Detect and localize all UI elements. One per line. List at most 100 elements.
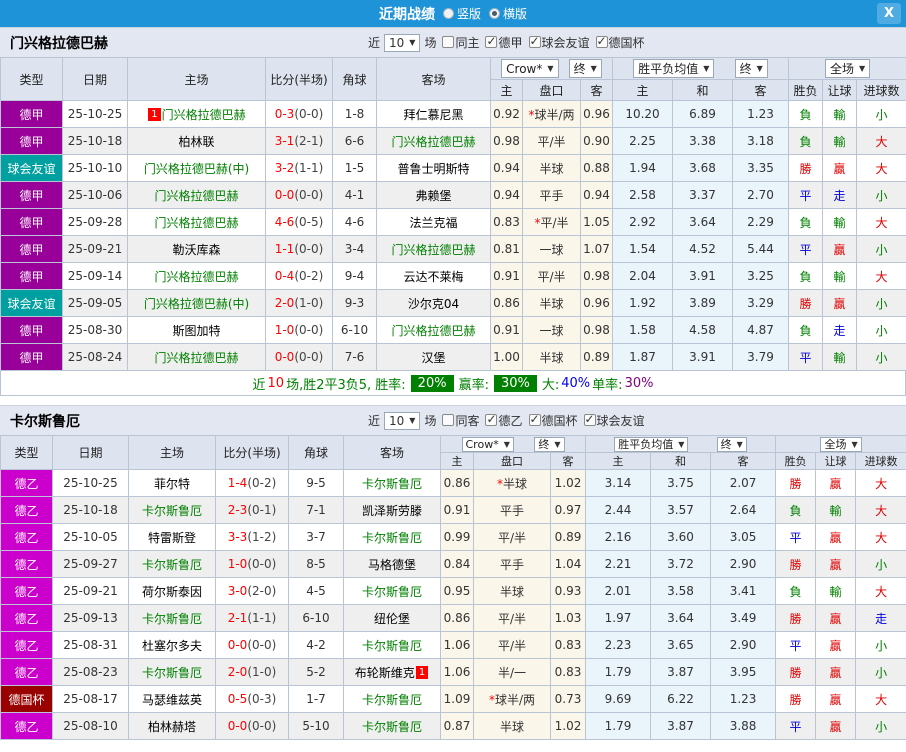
away-team[interactable]: 普鲁士明斯特 xyxy=(397,162,469,176)
checkbox-unchecked-icon[interactable] xyxy=(442,414,454,426)
away-team[interactable]: 卡尔斯鲁厄 xyxy=(362,693,422,707)
odds-away: 0.93 xyxy=(551,578,586,605)
home-team[interactable]: 门兴格拉德巴赫(中) xyxy=(144,162,249,176)
away-team[interactable]: 卡尔斯鲁厄 xyxy=(362,477,422,491)
filter-checkbox[interactable]: 同主 xyxy=(442,34,479,51)
home-team[interactable]: 卡尔斯鲁厄 xyxy=(142,558,202,572)
odds-source-dropdown[interactable]: Crow*▼ xyxy=(501,59,558,78)
checkbox-checked-icon[interactable] xyxy=(529,36,541,48)
home-team[interactable]: 斯图加特 xyxy=(172,324,220,338)
avg-final-dropdown[interactable]: 终▼ xyxy=(717,437,747,452)
away-team[interactable]: 云达不莱梅 xyxy=(403,270,463,284)
odds-home: 0.86 xyxy=(441,470,474,497)
odds-away: 0.83 xyxy=(551,659,586,686)
close-button[interactable]: X xyxy=(877,3,901,24)
filter-checkbox[interactable]: 德甲 xyxy=(485,34,522,51)
odds-home: 0.92 xyxy=(491,101,523,128)
away-team[interactable]: 卡尔斯鲁厄 xyxy=(362,639,422,653)
col-avg-home: 主 xyxy=(586,453,651,470)
col-odds-away: 客 xyxy=(551,453,586,470)
home-team[interactable]: 柏林赫塔 xyxy=(148,720,196,734)
away-team[interactable]: 汉堡 xyxy=(421,351,445,365)
away-team[interactable]: 纽伦堡 xyxy=(374,612,410,626)
avg-draw: 3.38 xyxy=(673,128,733,155)
home-team[interactable]: 杜塞尔多夫 xyxy=(142,639,202,653)
corners: 5-2 xyxy=(289,659,344,686)
home-team[interactable]: 勒沃库森 xyxy=(172,243,220,257)
away-team[interactable]: 沙尔克04 xyxy=(408,297,459,311)
filter-checkbox[interactable]: 德国杯 xyxy=(596,34,645,51)
away-team[interactable]: 布轮斯维克 xyxy=(355,666,415,680)
avg-home: 1.92 xyxy=(613,290,673,317)
avg-dropdown[interactable]: 胜平负均值▼ xyxy=(633,59,714,78)
home-team[interactable]: 门兴格拉德巴赫 xyxy=(154,189,238,203)
filter-checkbox[interactable]: 球会友谊 xyxy=(584,412,645,429)
corners: 9-3 xyxy=(333,290,377,317)
away-team[interactable]: 凯泽斯劳滕 xyxy=(362,504,422,518)
avg-draw: 3.57 xyxy=(651,497,711,524)
home-team[interactable]: 门兴格拉德巴赫 xyxy=(162,108,246,122)
away-team[interactable]: 门兴格拉德巴赫 xyxy=(391,243,475,257)
away-team[interactable]: 马格德堡 xyxy=(368,558,416,572)
result-wl: 負 xyxy=(789,263,823,290)
col-result-handicap: 让球 xyxy=(816,453,856,470)
odds-final-dropdown[interactable]: 终▼ xyxy=(534,437,564,452)
away-team[interactable]: 法兰克福 xyxy=(409,216,457,230)
home-team[interactable]: 门兴格拉德巴赫 xyxy=(154,216,238,230)
odds-source-dropdown[interactable]: Crow*▼ xyxy=(462,437,514,452)
filter-label: 球会友谊 xyxy=(597,412,645,429)
fulltime-dropdown[interactable]: 全场▼ xyxy=(820,437,861,452)
checkbox-checked-icon[interactable] xyxy=(485,36,497,48)
home-team[interactable]: 卡尔斯鲁厄 xyxy=(142,504,202,518)
avg-dropdown[interactable]: 胜平负均值▼ xyxy=(614,437,688,452)
checkbox-checked-icon[interactable] xyxy=(485,414,497,426)
star-icon: * xyxy=(489,693,495,707)
match-row: 德甲25-09-28门兴格拉德巴赫4-6(0-5)4-6法兰克福0.83*平/半… xyxy=(1,209,906,236)
checkbox-checked-icon[interactable] xyxy=(596,36,608,48)
away-team[interactable]: 弗赖堡 xyxy=(415,189,451,203)
home-team[interactable]: 门兴格拉德巴赫(中) xyxy=(144,297,249,311)
away-team[interactable]: 拜仁慕尼黑 xyxy=(403,108,463,122)
radio-selected-icon[interactable] xyxy=(489,8,500,19)
away-team[interactable]: 门兴格拉德巴赫 xyxy=(391,324,475,338)
home-team[interactable]: 门兴格拉德巴赫 xyxy=(154,270,238,284)
filter-checkbox[interactable]: 球会友谊 xyxy=(529,34,590,51)
result-wl: 勝 xyxy=(776,605,816,632)
away-team[interactable]: 卡尔斯鲁厄 xyxy=(362,720,422,734)
games-count-select[interactable]: 10 ▼ xyxy=(384,34,420,52)
radio-icon[interactable] xyxy=(443,8,454,19)
fulltime-dropdown[interactable]: 全场▼ xyxy=(825,59,870,78)
home-team[interactable]: 门兴格拉德巴赫 xyxy=(154,351,238,365)
match-row: 德乙25-10-25菲尔特1-4(0-2)9-5卡尔斯鲁厄0.86*半球1.02… xyxy=(1,470,906,497)
result-handicap: 輸 xyxy=(823,128,857,155)
odds-away: 0.83 xyxy=(551,632,586,659)
match-row: 德甲25-10-251门兴格拉德巴赫0-3(0-0)1-8拜仁慕尼黑0.92*球… xyxy=(1,101,906,128)
team-section-1: 门兴格拉德巴赫 近 10 ▼ 场 同主德甲球会友谊德国杯 类型 xyxy=(0,27,906,396)
home-team[interactable]: 卡尔斯鲁厄 xyxy=(142,612,202,626)
layout-radio-vertical[interactable]: 竖版 xyxy=(443,5,481,22)
filter-checkbox[interactable]: 德国杯 xyxy=(529,412,578,429)
home-team[interactable]: 菲尔特 xyxy=(154,477,190,491)
col-away: 客场 xyxy=(344,436,441,470)
chevron-down-icon: ▼ xyxy=(554,440,560,449)
filter-checkbox[interactable]: 德乙 xyxy=(485,412,522,429)
filter-checkbox[interactable]: 同客 xyxy=(442,412,479,429)
home-team[interactable]: 柏林联 xyxy=(178,135,214,149)
away-team[interactable]: 卡尔斯鲁厄 xyxy=(362,585,422,599)
home-team[interactable]: 马瑟维兹英 xyxy=(142,693,202,707)
away-team[interactable]: 卡尔斯鲁厄 xyxy=(362,531,422,545)
avg-away: 3.88 xyxy=(711,713,776,740)
odds-final-dropdown[interactable]: 终▼ xyxy=(569,59,602,78)
home-team[interactable]: 特雷斯登 xyxy=(148,531,196,545)
avg-away: 3.49 xyxy=(711,605,776,632)
home-team[interactable]: 荷尔斯泰因 xyxy=(142,585,202,599)
checkbox-unchecked-icon[interactable] xyxy=(442,36,454,48)
layout-radio-horizontal[interactable]: 横版 xyxy=(489,5,527,22)
away-team[interactable]: 门兴格拉德巴赫 xyxy=(391,135,475,149)
checkbox-checked-icon[interactable] xyxy=(584,414,596,426)
home-team[interactable]: 卡尔斯鲁厄 xyxy=(142,666,202,680)
games-count-select[interactable]: 10 ▼ xyxy=(384,412,420,430)
result-wl: 平 xyxy=(776,632,816,659)
avg-final-dropdown[interactable]: 终▼ xyxy=(735,59,768,78)
checkbox-checked-icon[interactable] xyxy=(529,414,541,426)
